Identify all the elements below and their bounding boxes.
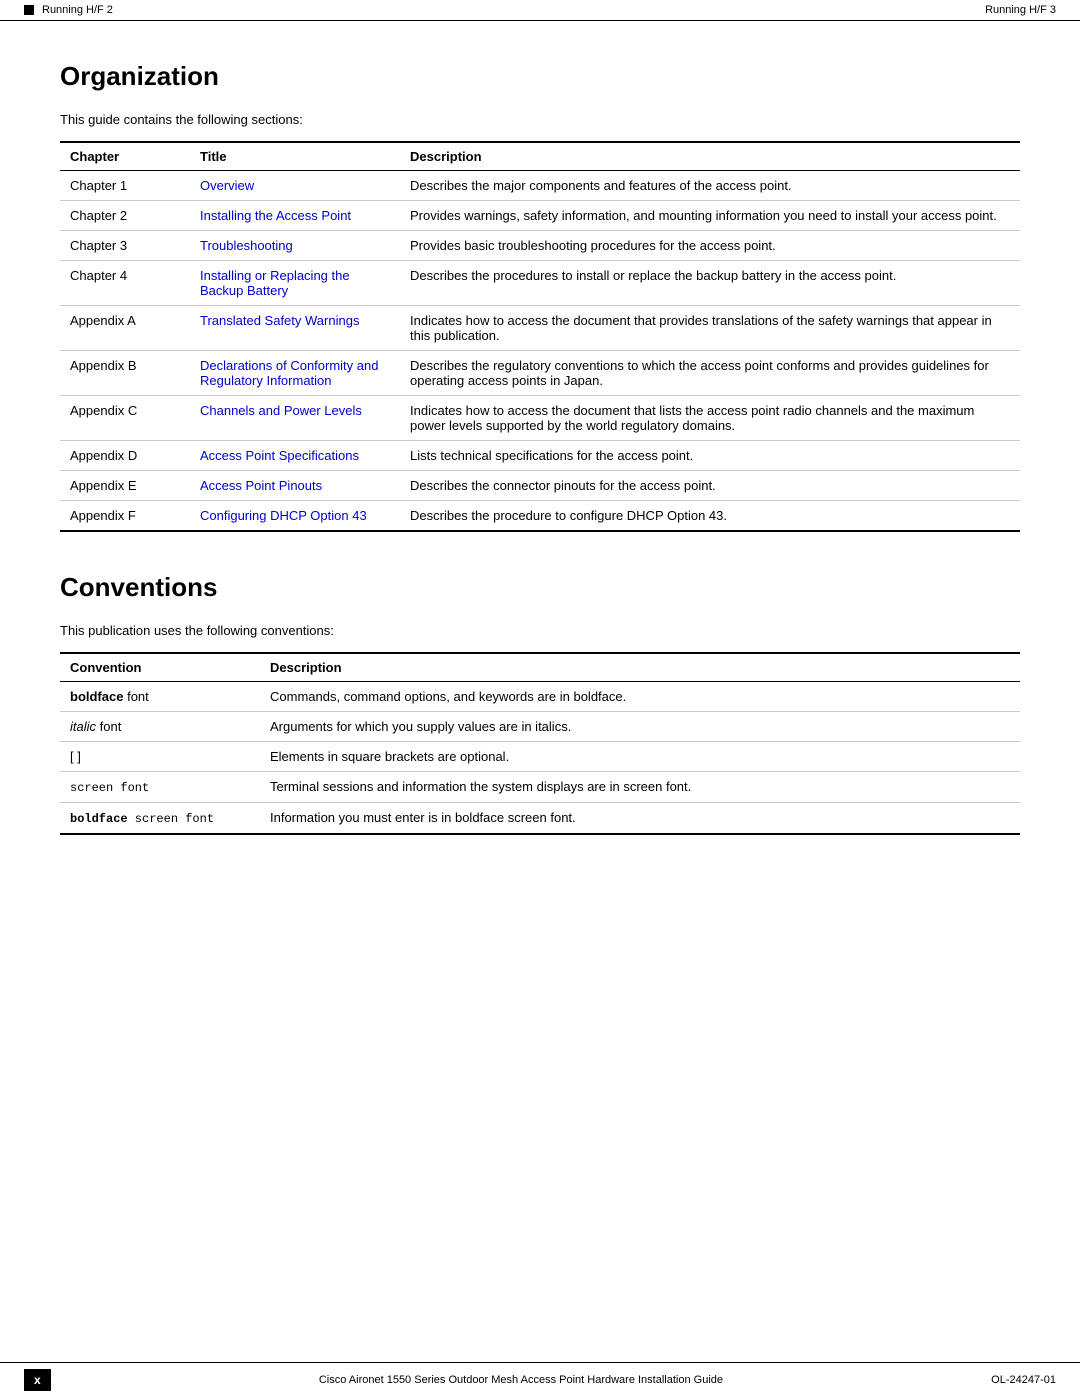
chapter-cell: Appendix E — [60, 471, 190, 501]
chapter-cell: Appendix C — [60, 396, 190, 441]
chapter-cell: Appendix B — [60, 351, 190, 396]
title-cell[interactable]: Translated Safety Warnings — [190, 306, 400, 351]
table-row: Appendix C Channels and Power Levels Indic… — [60, 396, 1020, 441]
chapter-cell: Chapter 1 — [60, 171, 190, 201]
conventions-intro: This publication uses the following conv… — [60, 623, 1020, 638]
description-cell: Describes the procedure to configure DHC… — [400, 501, 1020, 532]
conv-description-cell: Information you must enter is in boldfac… — [260, 803, 1020, 835]
convention-cell: italic font — [60, 712, 260, 742]
col-header-description: Description — [400, 142, 1020, 171]
header-bar: Running H/F 2 Running H/F 3 — [0, 0, 1080, 21]
chapter-cell: Chapter 3 — [60, 231, 190, 261]
chapter-cell: Chapter 2 — [60, 201, 190, 231]
footer: x Cisco Aironet 1550 Series Outdoor Mesh… — [0, 1362, 1080, 1397]
col-header-title: Title — [190, 142, 400, 171]
conventions-table: Convention Description boldface fontComm… — [60, 652, 1020, 835]
footer-right-text: OL-24247-01 — [991, 1374, 1056, 1386]
col-header-convention: Convention — [60, 653, 260, 682]
chapter-link[interactable]: Troubleshooting — [200, 238, 293, 253]
square-icon — [24, 5, 34, 15]
table-row: Appendix A Translated Safety Warnings Indi… — [60, 306, 1020, 351]
conventions-title: Conventions — [60, 572, 1020, 603]
chapter-link[interactable]: Access Point Pinouts — [200, 478, 322, 493]
table-row: Appendix F Configuring DHCP Option 43 Desc… — [60, 501, 1020, 532]
header-left-label: Running H/F 2 — [42, 4, 113, 16]
organization-intro: This guide contains the following sectio… — [60, 112, 1020, 127]
table-row: [ ]Elements in square brackets are optio… — [60, 742, 1020, 772]
chapter-link[interactable]: Access Point Specifications — [200, 448, 359, 463]
col-header-chapter: Chapter — [60, 142, 190, 171]
description-cell: Lists technical specifications for the a… — [400, 441, 1020, 471]
convention-cell: boldface screen font — [60, 803, 260, 835]
table-row: Chapter 1 Overview Describes the major com… — [60, 171, 1020, 201]
table-row: Appendix E Access Point Pinouts Describes … — [60, 471, 1020, 501]
description-cell: Indicates how to access the document tha… — [400, 306, 1020, 351]
table-row: screen fontTerminal sessions and informa… — [60, 772, 1020, 803]
title-cell[interactable]: Installing or Replacing the Backup Batte… — [190, 261, 400, 306]
description-cell: Provides warnings, safety information, a… — [400, 201, 1020, 231]
title-cell[interactable]: Overview — [190, 171, 400, 201]
description-cell: Describes the regulatory conventions to … — [400, 351, 1020, 396]
title-cell[interactable]: Troubleshooting — [190, 231, 400, 261]
chapter-cell: Appendix A — [60, 306, 190, 351]
chapter-link[interactable]: Configuring DHCP Option 43 — [200, 508, 367, 523]
table-row: boldface screen fontInformation you must… — [60, 803, 1020, 835]
conv-description-cell: Commands, command options, and keywords … — [260, 682, 1020, 712]
chapter-link[interactable]: Overview — [200, 178, 254, 193]
chapter-link[interactable]: Installing the Access Point — [200, 208, 351, 223]
table-row: boldface fontCommands, command options, … — [60, 682, 1020, 712]
table-row: Appendix D Access Point Specifications Lis… — [60, 441, 1020, 471]
convention-cell: [ ] — [60, 742, 260, 772]
conv-description-cell: Terminal sessions and information the sy… — [260, 772, 1020, 803]
title-cell[interactable]: Access Point Specifications — [190, 441, 400, 471]
description-cell: Indicates how to access the document tha… — [400, 396, 1020, 441]
description-cell: Describes the connector pinouts for the … — [400, 471, 1020, 501]
title-cell[interactable]: Access Point Pinouts — [190, 471, 400, 501]
table-row: Chapter 3 Troubleshooting Provides basic t… — [60, 231, 1020, 261]
title-cell[interactable]: Declarations of Conformity and Regulator… — [190, 351, 400, 396]
chapter-cell: Appendix D — [60, 441, 190, 471]
chapter-cell: Appendix F — [60, 501, 190, 532]
convention-cell: screen font — [60, 772, 260, 803]
table-row: italic fontArguments for which you suppl… — [60, 712, 1020, 742]
description-cell: Provides basic troubleshooting procedure… — [400, 231, 1020, 261]
header-left: Running H/F 2 — [24, 4, 113, 16]
organization-title: Organization — [60, 61, 1020, 92]
chapter-cell: Chapter 4 — [60, 261, 190, 306]
title-cell[interactable]: Channels and Power Levels — [190, 396, 400, 441]
footer-center-text: Cisco Aironet 1550 Series Outdoor Mesh A… — [51, 1374, 991, 1386]
chapter-link[interactable]: Installing or Replacing the Backup Batte… — [200, 268, 350, 298]
organization-section: Organization This guide contains the fol… — [60, 61, 1020, 532]
table-row: Chapter 4 Installing or Replacing the Bac… — [60, 261, 1020, 306]
table-row: Chapter 2 Installing the Access Point Prov… — [60, 201, 1020, 231]
header-right-label: Running H/F 3 — [985, 4, 1056, 16]
chapter-link[interactable]: Translated Safety Warnings — [200, 313, 359, 328]
col-header-conv-description: Description — [260, 653, 1020, 682]
footer-page-label: x — [24, 1369, 51, 1391]
chapter-link[interactable]: Channels and Power Levels — [200, 403, 362, 418]
table-row: Appendix B Declarations of Conformity and… — [60, 351, 1020, 396]
organization-table: Chapter Title Description Chapter 1 Overv… — [60, 141, 1020, 532]
title-cell[interactable]: Installing the Access Point — [190, 201, 400, 231]
chapter-link[interactable]: Declarations of Conformity and Regulator… — [200, 358, 378, 388]
convention-cell: boldface font — [60, 682, 260, 712]
conv-description-cell: Arguments for which you supply values ar… — [260, 712, 1020, 742]
conv-description-cell: Elements in square brackets are optional… — [260, 742, 1020, 772]
description-cell: Describes the procedures to install or r… — [400, 261, 1020, 306]
main-content: Organization This guide contains the fol… — [0, 21, 1080, 935]
description-cell: Describes the major components and featu… — [400, 171, 1020, 201]
conventions-section: Conventions This publication uses the fo… — [60, 572, 1020, 835]
title-cell[interactable]: Configuring DHCP Option 43 — [190, 501, 400, 532]
